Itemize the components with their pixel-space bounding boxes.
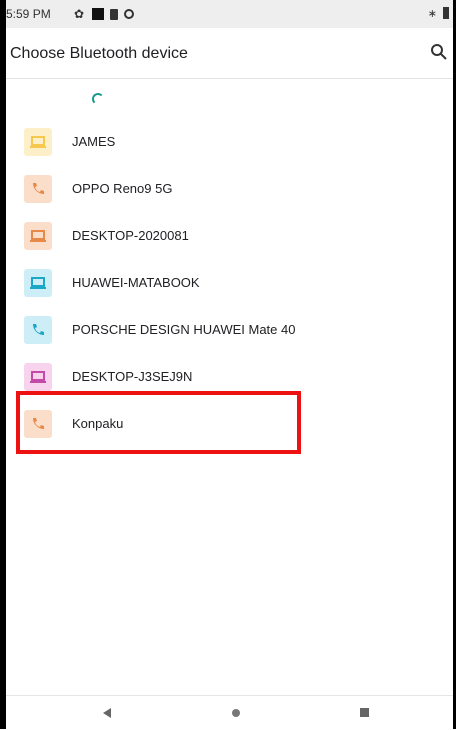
device-item[interactable]: OPPO Reno9 5G	[6, 165, 453, 212]
screen: 5:59 PM ✿ ∗ Choose Bluetooth device JAME…	[6, 0, 453, 730]
scanning-spinner	[92, 93, 104, 105]
device-item[interactable]: HUAWEI-MATABOOK	[6, 259, 453, 306]
bluetooth-status-icon: ∗	[427, 8, 437, 20]
device-label: DESKTOP-J3SEJ9N	[72, 369, 193, 384]
search-button[interactable]	[429, 42, 449, 62]
laptop-icon	[24, 127, 52, 156]
phone-icon	[24, 174, 52, 203]
device-label: HUAWEI-MATABOOK	[72, 275, 200, 290]
back-icon[interactable]	[103, 708, 111, 718]
sync-icon	[124, 9, 134, 19]
notification-square-icon	[92, 8, 104, 20]
page-title: Choose Bluetooth device	[10, 45, 188, 62]
navigation-bar	[6, 695, 453, 730]
status-right: ∗	[428, 7, 449, 20]
laptop-icon	[24, 268, 52, 297]
device-label: OPPO Reno9 5G	[72, 181, 173, 196]
home-icon[interactable]	[232, 709, 240, 717]
status-time: 5:59 PM	[6, 7, 51, 21]
recents-icon[interactable]	[360, 708, 369, 717]
device-item[interactable]: DESKTOP-2020081	[6, 212, 453, 259]
app-bar: Choose Bluetooth device	[6, 28, 453, 79]
device-label: JAMES	[72, 134, 116, 149]
sd-card-icon	[110, 8, 118, 20]
battery-icon	[443, 7, 449, 19]
phone-icon	[24, 315, 52, 344]
search-icon	[431, 44, 447, 60]
selection-highlight	[16, 391, 301, 454]
device-item[interactable]: PORSCHE DESIGN HUAWEI Mate 40	[6, 306, 453, 353]
device-item[interactable]: JAMES	[6, 118, 453, 165]
settings-gear-icon: ✿	[74, 7, 85, 21]
laptop-icon	[24, 362, 52, 391]
status-bar: 5:59 PM ✿ ∗	[6, 0, 453, 28]
status-icons: ✿	[74, 8, 134, 20]
device-label: PORSCHE DESIGN HUAWEI Mate 40	[72, 322, 296, 337]
device-label: DESKTOP-2020081	[72, 228, 189, 243]
laptop-icon	[24, 221, 52, 250]
